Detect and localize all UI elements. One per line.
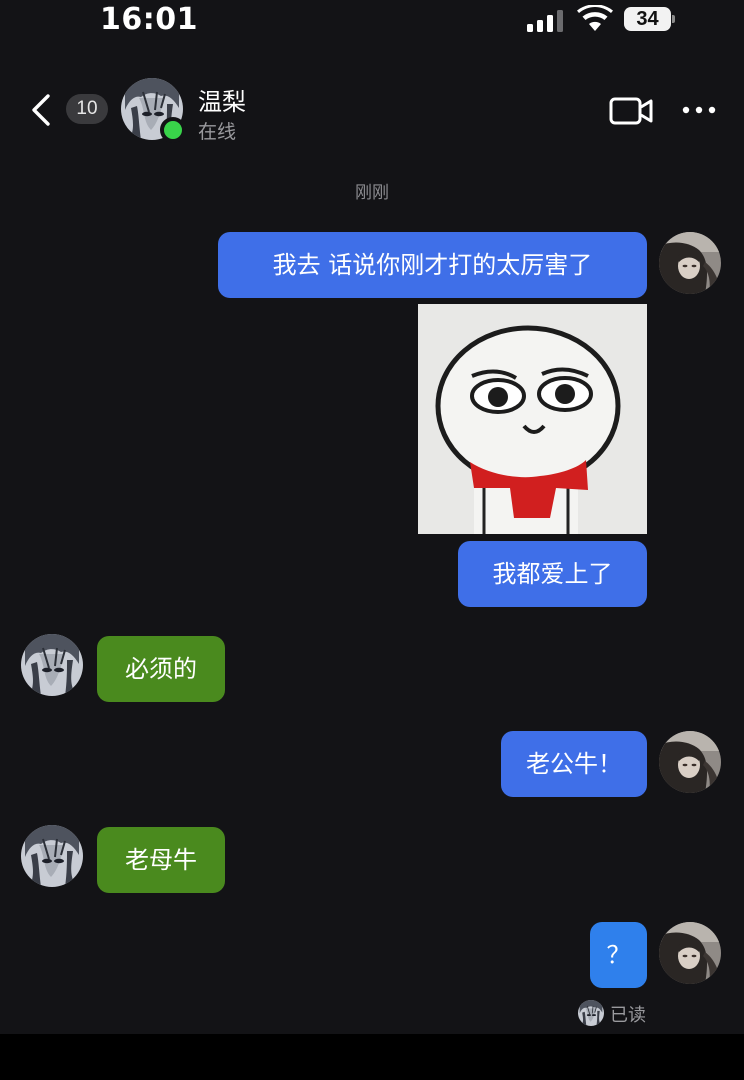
my-avatar[interactable] [659, 922, 721, 984]
message-text: ？ [606, 941, 631, 969]
received-message-bubble[interactable]: 必须的 [97, 636, 225, 702]
sent-message-bubble[interactable]: 老公牛！ [501, 731, 647, 797]
my-avatar[interactable] [659, 232, 721, 294]
sent-message-bubble[interactable]: 我都爱上了 [458, 541, 647, 607]
contact-message-avatar[interactable] [21, 634, 83, 696]
contact-name[interactable]: 温梨 [198, 82, 246, 117]
online-status-dot [160, 117, 186, 143]
my-avatar[interactable] [659, 731, 721, 793]
message-text: 我都爱上了 [492, 560, 613, 588]
read-label: 已读 [610, 1005, 646, 1026]
more-options-button[interactable] [680, 96, 720, 124]
wifi-icon [577, 4, 613, 33]
received-message-bubble[interactable]: 老母牛 [97, 827, 225, 893]
more-dots-icon [682, 106, 716, 114]
contact-online-status: 在线 [198, 121, 237, 143]
chat-header: 10 温梨 在线 [0, 68, 744, 152]
read-receipt-avatar [578, 1000, 604, 1026]
sticker-image[interactable] [418, 304, 647, 534]
battery-level: 34 [624, 7, 671, 31]
back-button[interactable] [24, 90, 60, 130]
contact-message-avatar[interactable] [21, 825, 83, 887]
chevron-left-icon [32, 94, 50, 126]
sent-message-bubble[interactable]: 我去 话说你刚才打的太厉害了 [218, 232, 647, 298]
message-timestamp: 刚刚 [355, 183, 389, 203]
video-call-button[interactable] [608, 94, 654, 128]
message-text: 我去 话说你刚才打的太厉害了 [272, 251, 593, 279]
message-text: 老公牛！ [526, 750, 622, 778]
battery-icon: 34 [624, 7, 676, 31]
status-time: 16:01 [100, 2, 198, 37]
message-text: 必须的 [125, 655, 197, 683]
message-text: 老母牛 [125, 846, 197, 874]
video-call-icon [609, 97, 653, 125]
bottom-bar [0, 1034, 744, 1080]
sent-message-bubble[interactable]: ？ [590, 922, 647, 988]
cellular-signal-icon [527, 10, 563, 32]
status-bar: 16:01 34 [0, 0, 744, 48]
unread-count-badge[interactable]: 10 [66, 94, 108, 124]
